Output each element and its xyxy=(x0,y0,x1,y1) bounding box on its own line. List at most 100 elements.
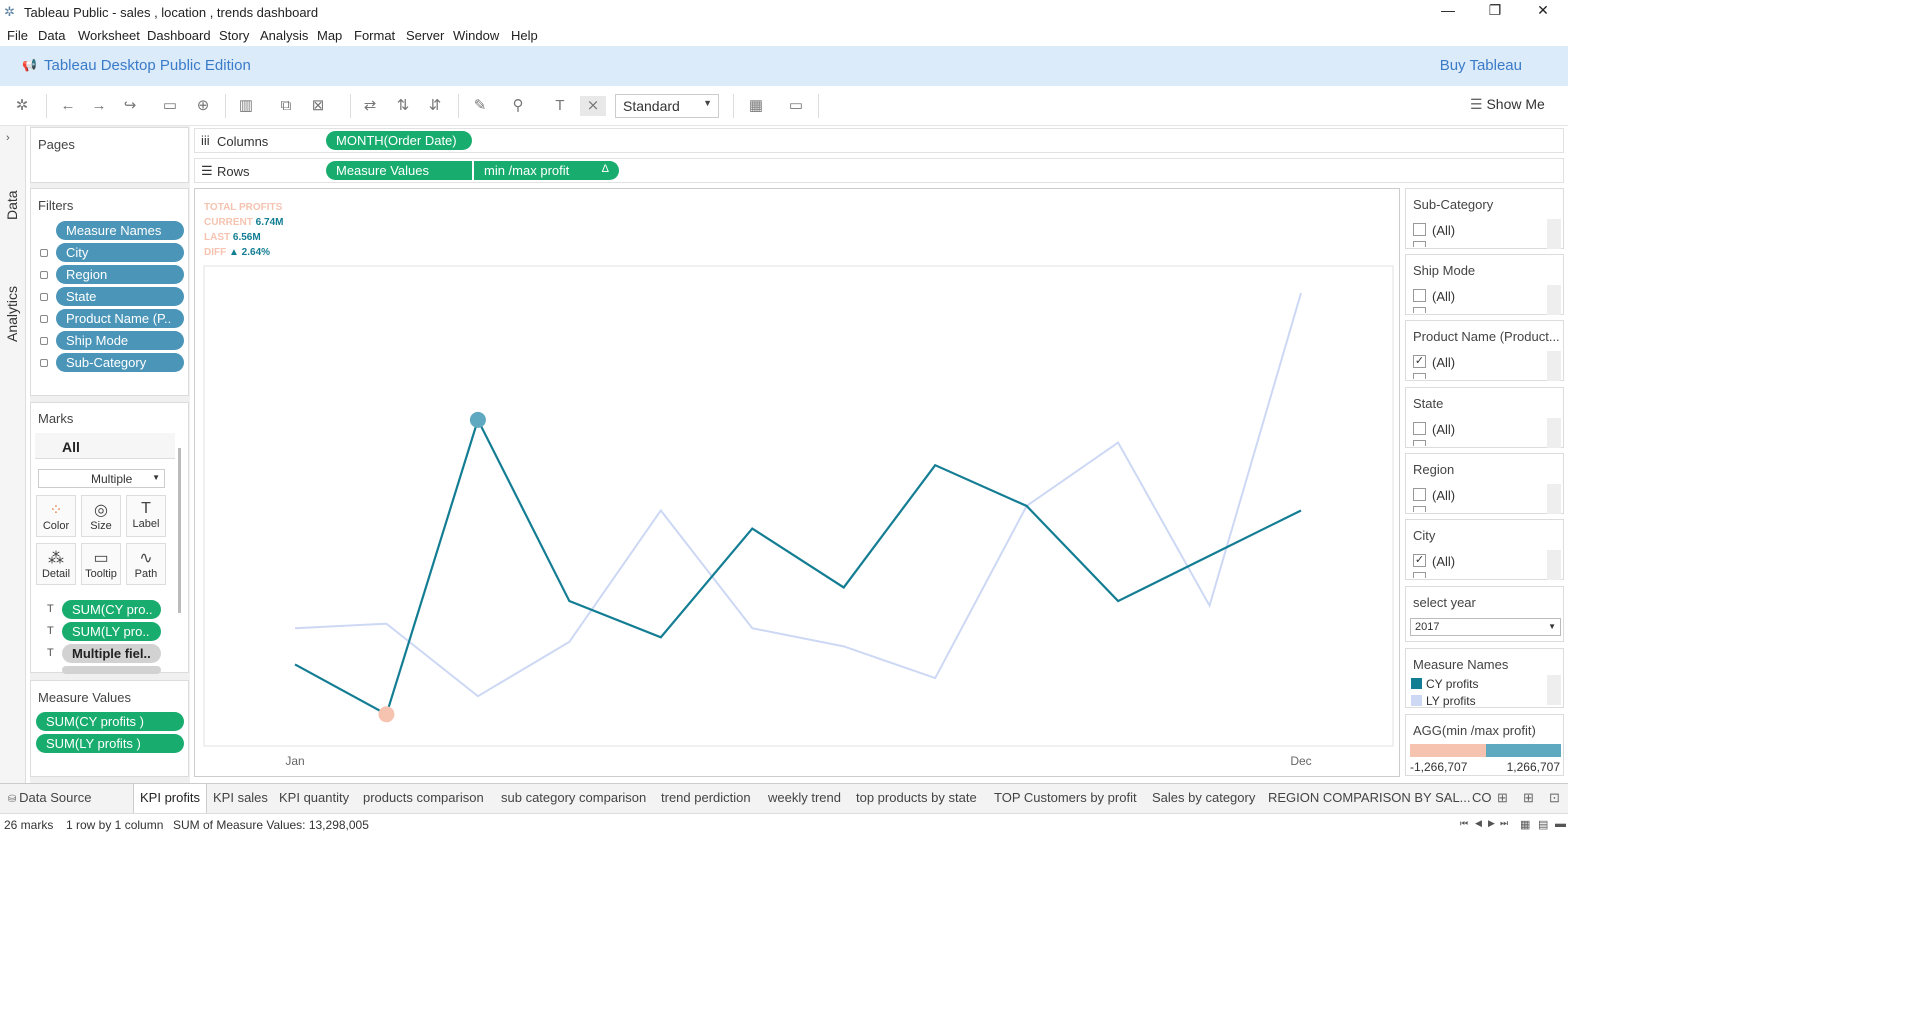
film-strip-icon[interactable]: ▤ xyxy=(1538,818,1548,831)
checkbox-icon[interactable] xyxy=(1413,488,1426,501)
filter-card-all-option[interactable]: (All) xyxy=(1432,422,1455,437)
restore-icon[interactable]: ❐ xyxy=(1472,2,1518,22)
filter-card-all-option[interactable]: (All) xyxy=(1432,289,1455,304)
tableau-icon[interactable]: ✲ xyxy=(12,96,32,116)
group-icon[interactable]: ⚲ xyxy=(508,96,528,116)
checkbox-checked-icon[interactable]: ✓ xyxy=(1413,355,1426,368)
pages-card[interactable]: Pages xyxy=(30,127,189,183)
menu-map[interactable]: Map xyxy=(317,28,342,43)
sheet-tab-products-comparison[interactable]: products comparison xyxy=(363,790,484,805)
clear-sheet-icon[interactable]: ⊠ xyxy=(308,96,328,116)
label-button[interactable]: T Label xyxy=(126,495,166,537)
columns-shelf[interactable]: iii Columns MONTH(Order Date) xyxy=(194,128,1564,153)
filter-card[interactable]: State (All) xyxy=(1405,387,1564,448)
tooltip-button[interactable]: ▭ Tooltip xyxy=(81,543,121,585)
new-worksheet-icon[interactable]: ▥ xyxy=(236,96,256,116)
filter-card-all-option[interactable]: (All) xyxy=(1432,355,1455,370)
filter-card-scrollbar[interactable] xyxy=(1547,285,1561,315)
filter-product-name[interactable]: Product Name (P.. xyxy=(56,309,184,328)
filter-city[interactable]: City xyxy=(56,243,184,262)
checkbox-icon[interactable] xyxy=(1413,289,1426,302)
min-point[interactable] xyxy=(378,706,395,723)
expand-icon[interactable]: › xyxy=(6,132,10,144)
sheet-tab-top-products-by-state[interactable]: top products by state xyxy=(856,790,977,805)
legend-scrollbar[interactable] xyxy=(1547,675,1561,705)
sheet-tab-sales-by-category[interactable]: Sales by category xyxy=(1152,790,1255,805)
select-year-dropdown[interactable]: 2017 ▼ xyxy=(1410,618,1561,636)
data-tab[interactable]: Data xyxy=(4,190,20,220)
redo-icon[interactable]: → xyxy=(89,96,109,116)
menu-server[interactable]: Server xyxy=(406,28,444,43)
data-source-tab[interactable]: ⛁ Data Source xyxy=(8,790,91,805)
marks-all-tab[interactable]: All xyxy=(35,433,175,459)
duplicate-sheet-icon[interactable]: ⧉ xyxy=(276,96,296,116)
filter-card[interactable]: Sub-Category (All) xyxy=(1405,188,1564,249)
sort-ascending-icon[interactable]: ⇅ xyxy=(393,96,413,116)
swap-icon[interactable]: ⇄ xyxy=(360,96,380,116)
menu-help[interactable]: Help xyxy=(511,28,538,43)
filter-card[interactable]: Ship Mode (All) xyxy=(1405,254,1564,315)
label-icon[interactable]: T xyxy=(550,96,570,116)
menu-story[interactable]: Story xyxy=(219,28,249,43)
checkbox-icon[interactable] xyxy=(1413,422,1426,435)
analytics-tab[interactable]: Analytics xyxy=(4,286,20,342)
color-button[interactable]: ⁘ Color xyxy=(36,495,76,537)
marks-field-multiple-2[interactable] xyxy=(62,666,161,674)
redo-arrow-icon[interactable]: ↪ xyxy=(120,96,140,116)
fit-dropdown[interactable]: Standard ▼ xyxy=(615,94,719,118)
sheet-tab-region-comparison[interactable]: REGION COMPARISON BY SAL... xyxy=(1268,790,1471,805)
legend-label[interactable]: CY profits xyxy=(1426,677,1478,691)
rows-pill-min-max[interactable]: min /max profit Δ xyxy=(474,161,619,180)
sort-descending-icon[interactable]: ⇵ xyxy=(425,96,445,116)
sheet-tab-sub-category-comparison[interactable]: sub category comparison xyxy=(501,790,646,805)
filter-card-scrollbar[interactable] xyxy=(1547,418,1561,448)
size-button[interactable]: ◎ Size xyxy=(81,495,121,537)
filter-ship-mode[interactable]: Ship Mode xyxy=(56,331,184,350)
line-chart[interactable]: Jan Dec xyxy=(195,189,1401,778)
series-line-ly-profits[interactable] xyxy=(294,292,1302,698)
filter-region[interactable]: Region xyxy=(56,265,184,284)
sheet-tab-kpi-profits[interactable]: KPI profits xyxy=(133,784,207,814)
menu-format[interactable]: Format xyxy=(354,28,395,43)
legend-label[interactable]: LY profits xyxy=(1426,694,1476,708)
filter-card-all-option[interactable]: (All) xyxy=(1432,223,1455,238)
filter-card-all-option[interactable]: (All) xyxy=(1432,554,1455,569)
filter-card[interactable]: Product Name (Product... ✓ (All) xyxy=(1405,320,1564,381)
sheet-tab-top-customers[interactable]: TOP Customers by profit xyxy=(994,790,1137,805)
measure-value-cy[interactable]: SUM(CY profits ) xyxy=(36,712,184,731)
sheet-sorter-icon[interactable]: ▦ xyxy=(1520,818,1530,831)
filter-card[interactable]: Region (All) xyxy=(1405,453,1564,514)
tabs-icon[interactable]: ▬ xyxy=(1555,818,1566,830)
filter-card-all-option[interactable]: (All) xyxy=(1432,488,1455,503)
max-point[interactable] xyxy=(469,411,486,428)
menu-window[interactable]: Window xyxy=(453,28,499,43)
mark-type-dropdown[interactable]: Multiple ▼ xyxy=(38,469,165,488)
fix-axes-icon[interactable]: ⨯ xyxy=(580,96,606,116)
filter-measure-names[interactable]: Measure Names xyxy=(56,221,184,240)
menu-file[interactable]: File xyxy=(7,28,28,43)
sheet-tab-kpi-sales[interactable]: KPI sales xyxy=(213,790,268,805)
next-sheet-icon[interactable]: ▶ xyxy=(1488,818,1495,829)
filter-card-scrollbar[interactable] xyxy=(1547,484,1561,514)
undo-icon[interactable]: ← xyxy=(58,96,78,116)
new-dashboard-icon[interactable]: ⊞ xyxy=(1523,790,1534,806)
filter-card-scrollbar[interactable] xyxy=(1547,550,1561,580)
detail-button[interactable]: ⁂ Detail xyxy=(36,543,76,585)
rows-shelf[interactable]: ☰ Rows Measure Values min /max profit Δ xyxy=(194,158,1564,183)
measure-value-ly[interactable]: SUM(LY profits ) xyxy=(36,734,184,753)
save-icon[interactable]: ▭ xyxy=(160,96,180,116)
checkbox-icon[interactable] xyxy=(1413,223,1426,236)
filter-state[interactable]: State xyxy=(56,287,184,306)
prev-sheet-icon[interactable]: ◀ xyxy=(1475,818,1482,829)
minimize-icon[interactable]: — xyxy=(1425,2,1471,22)
checkbox-icon[interactable] xyxy=(1413,572,1426,578)
highlight-icon[interactable]: ✎ xyxy=(470,96,490,116)
menu-data[interactable]: Data xyxy=(38,28,65,43)
marks-field-ly[interactable]: SUM(LY pro.. xyxy=(62,622,161,641)
filter-card[interactable]: City ✓ (All) xyxy=(1405,519,1564,580)
columns-pill-month[interactable]: MONTH(Order Date) xyxy=(326,131,472,150)
marks-field-multiple[interactable]: Multiple fiel.. xyxy=(62,644,161,663)
filter-card-scrollbar[interactable] xyxy=(1547,219,1561,249)
path-button[interactable]: ∿ Path xyxy=(126,543,166,585)
marks-field-cy[interactable]: SUM(CY pro.. xyxy=(62,600,161,619)
